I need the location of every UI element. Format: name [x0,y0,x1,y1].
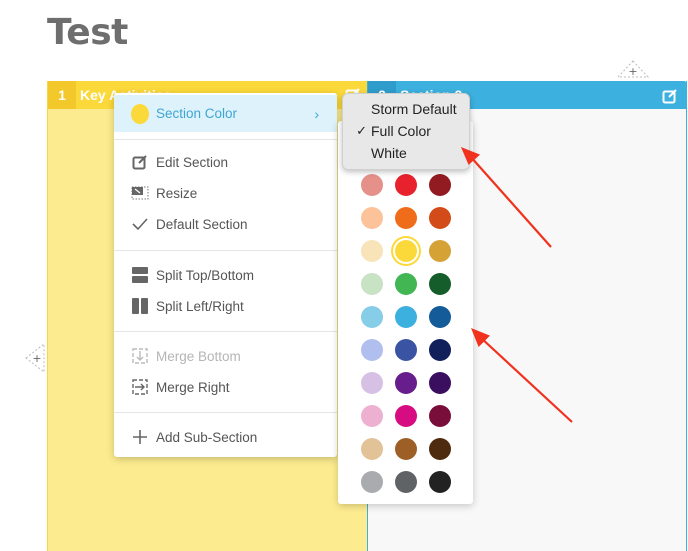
color-swatch[interactable] [395,174,417,196]
style-option-label: White [371,145,407,161]
color-swatch[interactable] [429,306,451,328]
color-swatch[interactable] [361,174,383,196]
color-swatch[interactable] [429,273,451,295]
menu-item-merge-right[interactable]: Merge Right [114,372,337,402]
menu-divider [114,139,337,140]
color-swatch[interactable] [361,240,383,262]
color-swatch[interactable] [361,438,383,460]
menu-item-label: Split Left/Right [156,298,244,314]
style-option-white[interactable]: White [343,142,469,164]
menu-item-label: Edit Section [156,154,229,170]
color-swatch[interactable] [395,372,417,394]
color-swatch[interactable] [429,471,451,493]
plus-icon [131,428,149,446]
menu-item-label: Section Color [156,106,238,121]
menu-item-split-left-right[interactable]: Split Left/Right [114,291,337,321]
page-title: Test [47,12,128,53]
color-swatch[interactable] [429,174,451,196]
color-swatch[interactable] [395,240,417,262]
color-swatch[interactable] [361,372,383,394]
color-swatch[interactable] [361,207,383,229]
color-swatch[interactable] [361,339,383,361]
color-swatch[interactable] [361,306,383,328]
color-style-dropdown: Storm Default ✓ Full Color White [342,93,470,170]
menu-divider [114,250,337,251]
menu-item-default-section[interactable]: Default Section [114,209,337,239]
color-swatch[interactable] [395,438,417,460]
menu-divider [114,331,337,332]
menu-item-label: Resize [156,185,198,201]
menu-item-label: Default Section [156,216,248,232]
menu-item-add-sub-section[interactable]: Add Sub-Section [114,422,337,452]
add-section-left-button[interactable]: + [25,343,45,373]
color-swatch[interactable] [429,405,451,427]
color-swatch[interactable] [395,306,417,328]
color-swatch[interactable] [429,438,451,460]
plus-icon: + [628,65,637,78]
style-option-label: Storm Default [371,101,457,117]
style-option-full-color[interactable]: ✓ Full Color [343,120,469,142]
style-option-label: Full Color [371,123,431,139]
menu-divider [114,412,337,413]
menu-item-label: Merge Right [156,379,230,395]
style-option-storm-default[interactable]: Storm Default [343,98,469,120]
menu-item-split-top-bottom[interactable]: Split Top/Bottom [114,260,337,290]
menu-item-label: Add Sub-Section [156,429,258,445]
color-swatch[interactable] [395,339,417,361]
color-swatch[interactable] [361,405,383,427]
check-icon: ✓ [356,123,367,138]
edit-icon[interactable] [662,88,678,104]
color-swatch[interactable] [429,207,451,229]
check-icon [131,215,149,233]
color-swatch-icon [131,103,149,124]
chevron-right-icon: › [314,105,319,122]
color-swatch[interactable] [429,372,451,394]
section-context-menu: Section Color › Edit Section Resize Defa… [114,93,337,457]
menu-item-resize[interactable]: Resize [114,178,337,208]
color-swatch[interactable] [395,273,417,295]
menu-item-label: Merge Bottom [156,348,241,364]
merge-bottom-icon [131,347,149,365]
color-palette-panel [338,121,473,504]
color-swatch[interactable] [395,471,417,493]
color-swatch[interactable] [429,339,451,361]
plus-icon: + [32,352,41,365]
split-left-right-icon [131,297,149,315]
split-top-bottom-icon [131,266,149,284]
color-swatch[interactable] [395,207,417,229]
color-swatch[interactable] [395,405,417,427]
color-swatch[interactable] [429,240,451,262]
menu-item-merge-bottom: Merge Bottom [114,341,337,371]
menu-item-edit-section[interactable]: Edit Section [114,147,337,177]
menu-item-section-color[interactable]: Section Color › [114,95,337,132]
color-swatch[interactable] [361,471,383,493]
menu-item-label: Split Top/Bottom [156,267,255,283]
resize-icon [131,184,149,202]
color-swatch[interactable] [361,273,383,295]
section-number: 1 [48,81,76,109]
edit-icon [131,153,149,171]
add-section-top-button[interactable]: + [617,60,649,78]
merge-right-icon [131,378,149,396]
